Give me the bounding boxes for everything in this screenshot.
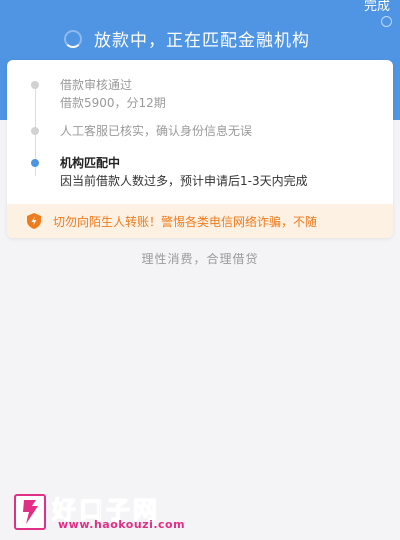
- step-title: 机构匹配中: [60, 156, 121, 170]
- step-verified: 人工客服已核实，确认身份信息无误: [31, 122, 383, 140]
- step-approved: 借款审核通过 借款5900，分12期: [31, 76, 383, 112]
- loan-status: 放款中，正在匹配金融机构: [64, 26, 310, 51]
- step-subtitle: 借款5900，分12期: [60, 96, 166, 110]
- watermark-url: www.haokouzi.com: [58, 518, 186, 531]
- step-title: 人工客服已核实，确认身份信息无误: [60, 124, 253, 138]
- done-button[interactable]: 完成: [364, 0, 390, 14]
- watermark-logo-icon: [14, 494, 46, 530]
- floating-circle-icon[interactable]: [381, 16, 392, 27]
- fraud-warning-bar: 切勿向陌生人转账！警惕各类电信网络诈骗，不随: [7, 204, 393, 238]
- step-subtitle: 因当前借款人数过多，预计申请后1-3天内完成: [60, 174, 308, 188]
- progress-card: 借款审核通过 借款5900，分12期 人工客服已核实，确认身份信息无误 机构匹配…: [7, 60, 393, 238]
- step-dot: [31, 127, 39, 135]
- warning-text: 切勿向陌生人转账！警惕各类电信网络诈骗，不随: [53, 214, 318, 229]
- loan-status-page: 完成 放款中，正在匹配金融机构 借款审核通过 借款5900，分12期 人工客服已…: [0, 0, 400, 540]
- slogan-text: 理性消费，合理借贷: [141, 252, 259, 266]
- step-dot-active: [31, 159, 39, 167]
- step-matching: 机构匹配中 因当前借款人数过多，预计申请后1-3天内完成: [31, 154, 383, 190]
- shield-icon: [27, 213, 41, 229]
- watermark-logo: 好口子网 www.haokouzi.com: [14, 490, 234, 534]
- loading-spinner-icon: [64, 29, 82, 48]
- status-text: 放款中，正在匹配金融机构: [94, 31, 310, 51]
- step-title: 借款审核通过: [60, 78, 133, 92]
- step-dot: [31, 81, 39, 89]
